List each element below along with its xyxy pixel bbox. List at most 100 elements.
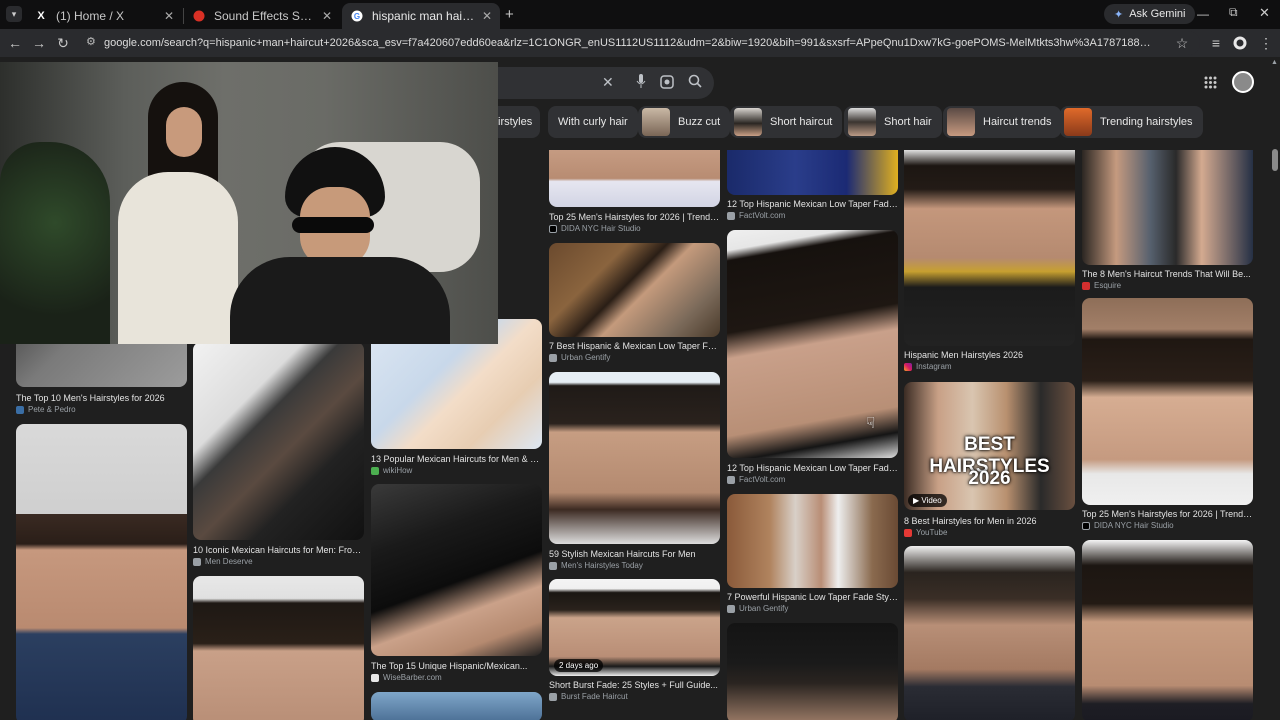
image-result[interactable]: 7 Powerful Hispanic Low Taper Fade Style…: [727, 494, 898, 619]
result-image[interactable]: [549, 243, 720, 337]
result-image[interactable]: [16, 424, 187, 720]
restore-icon[interactable]: ⧉: [1229, 5, 1238, 20]
image-result[interactable]: [371, 692, 542, 720]
image-result[interactable]: 12 Top Hispanic Mexican Low Taper Fade..…: [727, 230, 898, 490]
reload-icon[interactable]: ↻: [53, 33, 73, 53]
voice-search-icon[interactable]: [636, 73, 646, 94]
result-title[interactable]: 13 Popular Mexican Haircuts for Men & Ho…: [371, 454, 542, 464]
chip-haircut-trends[interactable]: Haircut trends: [943, 106, 1062, 138]
result-image[interactable]: [193, 342, 364, 540]
result-image[interactable]: [904, 150, 1075, 346]
result-source[interactable]: FactVolt.com: [727, 211, 785, 220]
image-result[interactable]: The 8 Men's Haircut Trends That Will Be.…: [1082, 150, 1253, 293]
result-source[interactable]: YouTube: [904, 528, 947, 537]
tab-close-icon[interactable]: ✕: [322, 9, 332, 23]
result-title[interactable]: Hispanic Men Hairstyles 2026: [904, 350, 1075, 360]
result-title[interactable]: 8 Best Hairstyles for Men in 2026: [904, 516, 1075, 526]
address-bar[interactable]: ⚙ google.com/search?q=hispanic+man+hairc…: [80, 31, 1200, 55]
chip-short-hair[interactable]: Short hair: [844, 106, 942, 138]
chrome-menu-icon[interactable]: ⋮: [1256, 33, 1276, 53]
scroll-up-arrow-icon[interactable]: ▲: [1271, 59, 1278, 66]
chip-short-haircut[interactable]: Short haircut: [730, 106, 843, 138]
profile-avatar[interactable]: [1230, 33, 1250, 53]
result-image[interactable]: [727, 623, 898, 720]
result-image[interactable]: [371, 484, 542, 656]
chip-buzz-cut[interactable]: Buzz cut: [638, 106, 731, 138]
chip-hairstyles[interactable]: irstyles: [498, 106, 540, 138]
clear-search-icon[interactable]: ✕: [602, 74, 614, 91]
result-image[interactable]: [371, 692, 542, 720]
chip-trending-hairstyles[interactable]: Trending hairstyles: [1060, 106, 1203, 138]
result-image[interactable]: [727, 150, 898, 195]
image-result[interactable]: [904, 546, 1075, 720]
result-image[interactable]: [1082, 298, 1253, 505]
tab-menu-icon[interactable]: ≡: [1206, 33, 1226, 53]
search-magnifier-icon[interactable]: [688, 74, 702, 93]
image-result[interactable]: Hispanic Men Hairstyles 2026 Instagram: [904, 150, 1075, 373]
back-arrow-icon[interactable]: ←: [5, 33, 25, 53]
result-source[interactable]: DIDA NYC Hair Studio: [1082, 521, 1174, 530]
result-title[interactable]: Top 25 Men's Hairstyles for 2026 | Trend…: [1082, 509, 1253, 519]
result-image[interactable]: [549, 150, 720, 207]
chip-with-curly-hair[interactable]: With curly hair: [548, 106, 638, 138]
result-title[interactable]: The Top 10 Men's Hairstyles for 2026: [16, 393, 187, 403]
scrollbar-thumb[interactable]: [1272, 149, 1278, 171]
result-image[interactable]: [727, 494, 898, 588]
result-source[interactable]: WiseBarber.com: [371, 673, 442, 682]
result-image[interactable]: [904, 546, 1075, 720]
result-title[interactable]: 12 Top Hispanic Mexican Low Taper Fade..…: [727, 199, 898, 209]
image-result[interactable]: 12 Top Hispanic Mexican Low Taper Fade..…: [727, 150, 898, 225]
apps-grid-icon[interactable]: [1204, 76, 1217, 94]
lens-search-icon[interactable]: [660, 75, 674, 94]
image-result[interactable]: 2 days ago Short Burst Fade: 25 Styles +…: [549, 579, 720, 704]
image-result[interactable]: 7 Best Hispanic & Mexican Low Taper Fad.…: [549, 243, 720, 368]
result-title[interactable]: The Top 15 Unique Hispanic/Mexican...: [371, 661, 542, 671]
result-title[interactable]: The 8 Men's Haircut Trends That Will Be.…: [1082, 269, 1253, 279]
result-image[interactable]: [193, 576, 364, 720]
result-image[interactable]: [549, 372, 720, 544]
tab-google-search[interactable]: G hispanic man haircut 2026 - Go ✕: [342, 3, 500, 29]
image-result[interactable]: [193, 576, 364, 720]
result-image[interactable]: BEST HAIRSTYLES 2026: [904, 382, 1075, 510]
account-avatar[interactable]: [1232, 71, 1254, 93]
result-source[interactable]: Urban Gentify: [549, 353, 610, 362]
image-result[interactable]: 59 Stylish Mexican Haircuts For Men Men'…: [549, 372, 720, 575]
result-source[interactable]: Men Deserve: [193, 557, 253, 566]
tab-x-home[interactable]: X (1) Home / X ✕: [26, 3, 182, 29]
image-result[interactable]: BEST HAIRSTYLES 2026 ▶ Video 8 Best Hair…: [904, 382, 1075, 542]
result-image[interactable]: [1082, 540, 1253, 720]
image-result[interactable]: Top 25 Men's Hairstyles for 2026 | Trend…: [1082, 298, 1253, 536]
result-source[interactable]: Men's Hairstyles Today: [549, 561, 643, 570]
bookmark-star-icon[interactable]: ☆: [1172, 33, 1192, 53]
image-result[interactable]: [1082, 540, 1253, 720]
tab-soundboard[interactable]: Sound Effects Soundboard - Ca ✕: [184, 3, 340, 29]
result-title[interactable]: 12 Top Hispanic Mexican Low Taper Fade..…: [727, 463, 898, 473]
result-source[interactable]: Esquire: [1082, 281, 1121, 290]
site-info-icon[interactable]: ⚙: [86, 35, 96, 48]
page-scrollbar[interactable]: ▲: [1270, 57, 1280, 720]
result-title[interactable]: 7 Powerful Hispanic Low Taper Fade Style…: [727, 592, 898, 602]
tab-search-button[interactable]: ▾: [6, 6, 22, 22]
image-result[interactable]: The Top 15 Unique Hispanic/Mexican... Wi…: [371, 484, 542, 684]
result-source[interactable]: wikiHow: [371, 466, 412, 475]
result-source[interactable]: Pete & Pedro: [16, 405, 76, 414]
close-window-icon[interactable]: ✕: [1259, 5, 1270, 21]
result-source[interactable]: Instagram: [904, 362, 952, 371]
tab-close-icon[interactable]: ✕: [482, 9, 492, 23]
ask-gemini-button[interactable]: ✦ Ask Gemini: [1104, 4, 1196, 24]
result-source[interactable]: FactVolt.com: [727, 475, 785, 484]
result-title[interactable]: 7 Best Hispanic & Mexican Low Taper Fad.…: [549, 341, 720, 351]
image-result[interactable]: Top 25 Men's Hairstyles for 2026 | Trend…: [549, 150, 720, 238]
result-source[interactable]: Urban Gentify: [727, 604, 788, 613]
result-title[interactable]: Top 25 Men's Hairstyles for 2026 | Trend…: [549, 212, 720, 222]
result-title[interactable]: 59 Stylish Mexican Haircuts For Men: [549, 549, 720, 559]
search-box[interactable]: ✕: [498, 67, 714, 99]
minimize-icon[interactable]: —: [1197, 7, 1209, 21]
result-title[interactable]: 10 Iconic Mexican Haircuts for Men: From…: [193, 545, 364, 555]
forward-arrow-icon[interactable]: →: [29, 33, 49, 53]
image-result[interactable]: 10 Iconic Mexican Haircuts for Men: From…: [193, 342, 364, 572]
result-source[interactable]: Burst Fade Haircut: [549, 692, 628, 701]
tab-close-icon[interactable]: ✕: [164, 9, 174, 23]
result-title[interactable]: Short Burst Fade: 25 Styles + Full Guide…: [549, 680, 720, 690]
image-result[interactable]: [727, 623, 898, 720]
